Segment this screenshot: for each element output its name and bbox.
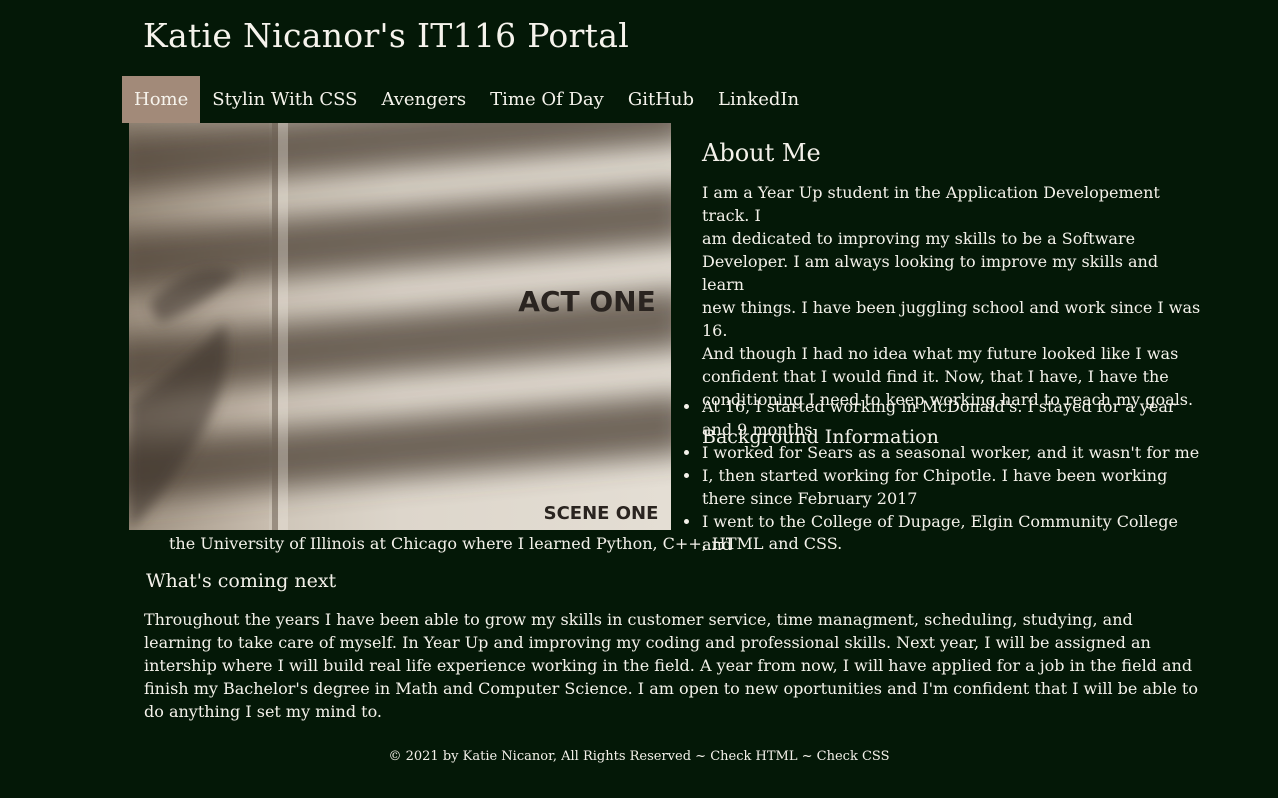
about-line: And though I had no idea what my future … xyxy=(702,344,1179,363)
nav-item-stylin-with-css: Stylin With CSS xyxy=(200,76,369,123)
check-css-link[interactable]: Check CSS xyxy=(817,749,890,764)
about-heading: About Me xyxy=(702,139,821,167)
nav-link-avengers[interactable]: Avengers xyxy=(369,76,478,123)
about-line: Developer. I am always looking to improv… xyxy=(702,252,1159,294)
about-line: new things. I have been juggling school … xyxy=(702,298,1201,340)
nav-item-time-of-day: Time Of Day xyxy=(478,76,616,123)
list-item-continuation: the University of Illinois at Chicago wh… xyxy=(169,534,843,553)
nav-link-home[interactable]: Home xyxy=(122,76,201,123)
nav-item-github: GitHub xyxy=(616,76,706,123)
hero-book-illustration: ACT ONE SCENE ONE xyxy=(129,123,671,530)
list-item: I, then started working for Chipotle. I … xyxy=(684,464,1202,510)
footer-separator: ~ xyxy=(797,749,817,764)
nav-link-linkedin[interactable]: LinkedIn xyxy=(706,76,811,123)
footer: © 2021 by Katie Nicanor, All Rights Rese… xyxy=(0,748,1278,766)
site-title: Katie Nicanor's IT116 Portal xyxy=(143,16,630,55)
list-item: At 16, I started working in McDonald's. … xyxy=(684,395,1202,441)
next-heading: What's coming next xyxy=(146,570,337,592)
next-text: Throughout the years I have been able to… xyxy=(144,610,1198,721)
list-item: I worked for Sears as a seasonal worker,… xyxy=(684,441,1202,464)
footer-separator: ~ xyxy=(691,749,711,764)
about-text: I am a Year Up student in the Applicatio… xyxy=(702,181,1202,411)
nav-link-time-of-day[interactable]: Time Of Day xyxy=(478,76,616,123)
main-nav: Home Stylin With CSS Avengers Time Of Da… xyxy=(122,76,811,123)
book-spine xyxy=(272,123,278,530)
nav-link-stylin-with-css[interactable]: Stylin With CSS xyxy=(200,76,369,123)
about-line: confident that I would find it. Now, tha… xyxy=(702,367,1169,386)
check-html-link[interactable]: Check HTML xyxy=(710,749,797,764)
act-one-text: ACT ONE xyxy=(518,285,655,318)
page: Katie Nicanor's IT116 Portal Home Stylin… xyxy=(0,0,1278,798)
about-line: am dedicated to improving my skills to b… xyxy=(702,229,1136,248)
nav-link-github[interactable]: GitHub xyxy=(616,76,706,123)
scene-one-text: SCENE ONE xyxy=(544,503,659,524)
about-line: I am a Year Up student in the Applicatio… xyxy=(702,183,1160,225)
footer-copyright: © 2021 by Katie Nicanor, All Rights Rese… xyxy=(388,749,692,764)
nav-item-home: Home xyxy=(122,76,201,123)
nav-item-linkedin: LinkedIn xyxy=(706,76,811,123)
nav-item-avengers: Avengers xyxy=(369,76,478,123)
hero-image: ACT ONE SCENE ONE xyxy=(129,123,671,530)
